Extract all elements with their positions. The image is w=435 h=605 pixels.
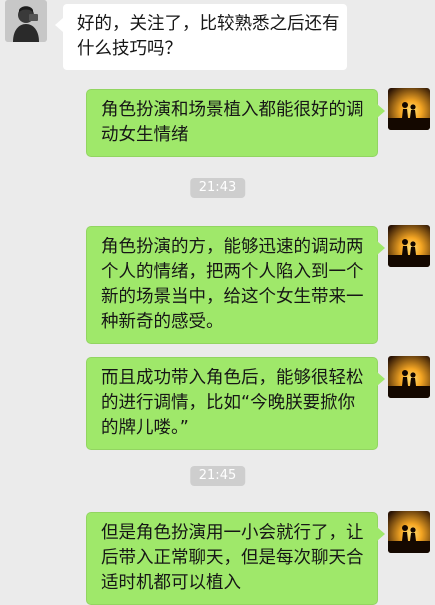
message-text: 角色扮演和场景植入都能很好的调 xyxy=(101,100,364,120)
message-text: 但是角色扮演用一小会就行了，让 xyxy=(101,523,364,543)
message-text: 的牌儿喽。” xyxy=(101,418,189,438)
message-bubble-outgoing[interactable]: 但是角色扮演用一小会就行了，让 后带入正常聊天，但是每次聊天合 适时机都可以植入 xyxy=(86,512,385,605)
message-text: 适时机都可以植入 xyxy=(101,573,241,593)
message-bubble-incoming[interactable]: 好的，关注了，比较熟悉之后还有 什么技巧吗？ xyxy=(55,3,348,71)
timestamp: 21:45 xyxy=(189,466,246,486)
message-text: 新的场景当中，给这个女生带来一 xyxy=(101,287,364,307)
timestamp: 21:43 xyxy=(189,178,246,198)
message-bubble-outgoing[interactable]: 角色扮演的方，能够迅速的调动两 个人的情绪，把两个人陷入到一个 新的场景当中，给… xyxy=(86,226,385,344)
sunset-couple-avatar-icon xyxy=(388,511,430,553)
chat-window: 好的，关注了，比较熟悉之后还有 什么技巧吗？ 角色扮演和场景植入都能很好的调 动… xyxy=(0,0,435,605)
message-text: 而且成功带入角色后，能够很轻松 xyxy=(101,368,364,388)
message-bubble-outgoing[interactable]: 角色扮演和场景植入都能很好的调 动女生情绪 xyxy=(86,89,385,157)
contact-avatar[interactable] xyxy=(5,0,47,42)
message-text: 的进行调情，比如“今晚朕要掀你 xyxy=(101,393,356,413)
self-avatar[interactable] xyxy=(388,356,430,398)
message-text: 个人的情绪，把两个人陷入到一个 xyxy=(101,262,364,282)
self-avatar[interactable] xyxy=(388,511,430,553)
message-text: 动女生情绪 xyxy=(101,125,189,145)
sunset-couple-avatar-icon xyxy=(388,225,430,267)
message-text: 好的，关注了，比较熟悉之后还有 xyxy=(77,14,340,34)
message-bubble-outgoing[interactable]: 而且成功带入角色后，能够很轻松 的进行调情，比如“今晚朕要掀你 的牌儿喽。” xyxy=(86,357,385,450)
message-text: 种新奇的感受。 xyxy=(101,312,224,332)
self-avatar[interactable] xyxy=(388,225,430,267)
message-text: 后带入正常聊天，但是每次聊天合 xyxy=(101,548,364,568)
message-text: 什么技巧吗？ xyxy=(77,39,182,59)
sunset-couple-avatar-icon xyxy=(388,356,430,398)
sunset-couple-avatar-icon xyxy=(388,88,430,130)
message-text: 角色扮演的方，能够迅速的调动两 xyxy=(101,237,364,257)
self-avatar[interactable] xyxy=(388,88,430,130)
person-avatar-icon xyxy=(5,0,47,42)
